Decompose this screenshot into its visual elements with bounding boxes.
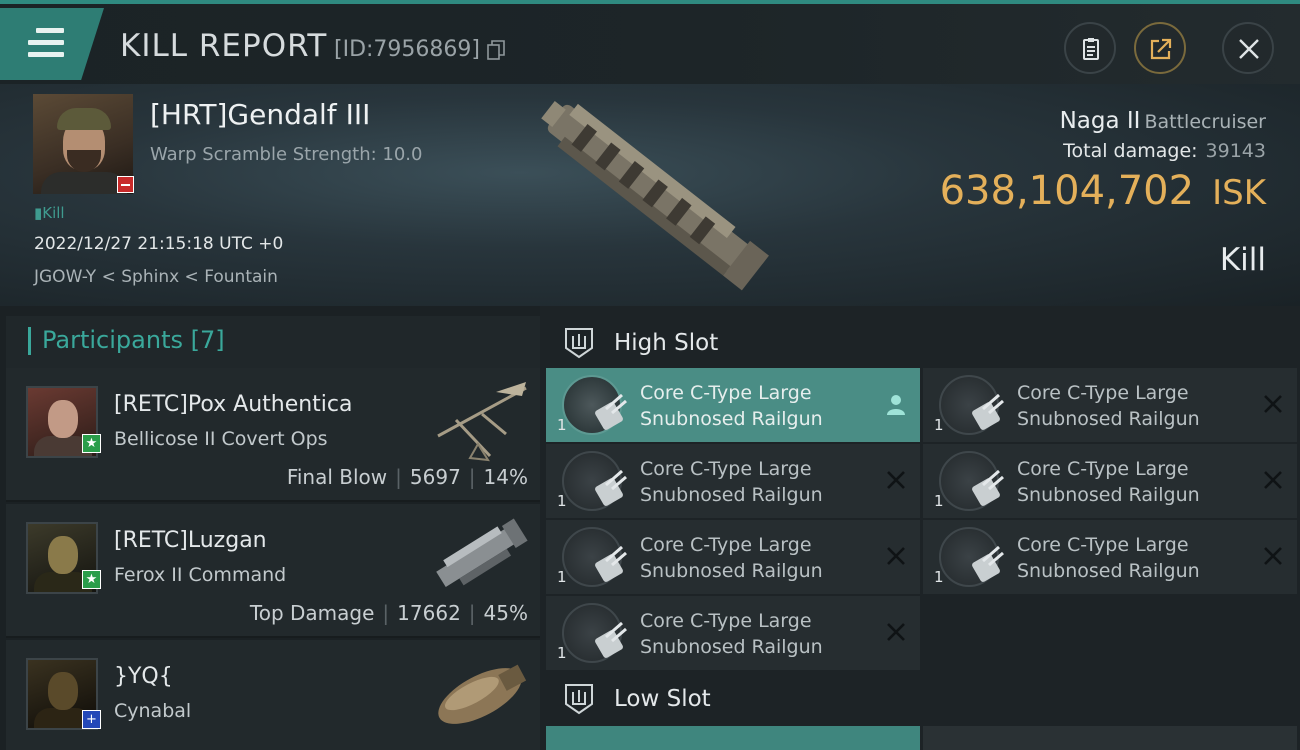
high-slot-module[interactable]: 1 Core C-Type Large Snubnosed Railgun bbox=[546, 368, 920, 442]
participant-row[interactable]: ★ [RETC]Pox Authentica Bellicose II Cove… bbox=[6, 368, 540, 502]
module-quantity: 1 bbox=[557, 416, 567, 434]
clipboard-icon bbox=[1083, 38, 1099, 60]
module-icon bbox=[562, 375, 627, 435]
page-title: KILL REPORT bbox=[120, 28, 328, 64]
participant-stats: Top Damage | 17662 | 45% bbox=[249, 601, 528, 625]
high-slot-module[interactable]: 1 Core C-Type Large Snubnosed Railgun bbox=[923, 444, 1297, 518]
kill-timestamp: 2022/12/27 21:15:18 UTC +0 bbox=[34, 234, 284, 254]
destroyed-icon bbox=[887, 623, 905, 641]
module-icon bbox=[562, 527, 627, 587]
module-quantity: 1 bbox=[934, 492, 944, 510]
low-slot-header: Low Slot bbox=[540, 668, 1300, 726]
menu-icon bbox=[28, 28, 64, 64]
kill-location[interactable]: JGOW-Y < Sphinx < Fountain bbox=[34, 267, 278, 287]
high-slot-module[interactable]: 1 Core C-Type Large Snubnosed Railgun bbox=[546, 520, 920, 594]
participant-ship-image bbox=[438, 664, 527, 724]
module-quantity: 1 bbox=[934, 568, 944, 586]
module-name: Core C-Type Large Snubnosed Railgun bbox=[640, 458, 823, 506]
module-quantity: 1 bbox=[557, 644, 567, 662]
low-slot-module[interactable] bbox=[923, 726, 1297, 750]
module-name: Core C-Type Large Snubnosed Railgun bbox=[640, 534, 823, 582]
module-name: Core C-Type Large Snubnosed Railgun bbox=[1017, 458, 1200, 506]
destroyed-icon bbox=[887, 471, 905, 489]
participant-ship: Bellicose II Covert Ops bbox=[114, 428, 328, 450]
participants-panel: Participants [7] ★ [RETC]Pox Authentica … bbox=[0, 306, 540, 750]
module-icon bbox=[562, 603, 627, 663]
participant-row[interactable]: + }YQ{ Cynabal bbox=[6, 640, 540, 750]
report-type: Kill bbox=[1219, 242, 1266, 278]
high-slot-header: High Slot bbox=[540, 312, 1300, 370]
close-button[interactable] bbox=[1222, 22, 1274, 74]
participant-row[interactable]: ★ [RETC]Luzgan Ferox II Command Top Dama… bbox=[6, 504, 540, 638]
module-quantity: 1 bbox=[557, 492, 567, 510]
victim-ship-image[interactable] bbox=[520, 92, 790, 292]
warp-scramble-strength: Warp Scramble Strength: 10.0 bbox=[150, 144, 423, 165]
pilot-icon bbox=[887, 395, 905, 415]
destroyed-icon bbox=[1264, 547, 1282, 565]
module-icon bbox=[939, 451, 1004, 511]
participant-name: }YQ{ bbox=[114, 664, 173, 689]
corp-plus-icon: + bbox=[82, 710, 101, 729]
module-name: Core C-Type Large Snubnosed Railgun bbox=[1017, 382, 1200, 430]
high-slot-module[interactable]: 1 Core C-Type Large Snubnosed Railgun bbox=[546, 444, 920, 518]
module-quantity: 1 bbox=[557, 568, 567, 586]
corp-star-icon: ★ bbox=[82, 434, 101, 453]
corp-star-icon: ★ bbox=[82, 570, 101, 589]
module-name: Core C-Type Large Snubnosed Railgun bbox=[1017, 534, 1200, 582]
kill-tag: ▮Kill bbox=[34, 204, 65, 222]
participant-ship: Ferox II Command bbox=[114, 564, 287, 586]
victim-banner: [HRT]Gendalf III Warp Scramble Strength:… bbox=[0, 84, 1300, 306]
low-slot-icon bbox=[565, 684, 593, 715]
share-icon bbox=[1150, 38, 1172, 60]
participant-ship: Cynabal bbox=[114, 700, 192, 722]
high-slot-module[interactable]: 1 Core C-Type Large Snubnosed Railgun bbox=[546, 596, 920, 670]
participants-header[interactable]: Participants [7] bbox=[6, 316, 540, 368]
module-name: Core C-Type Large Snubnosed Railgun bbox=[640, 382, 823, 430]
total-damage: Total damage: 39143 bbox=[1063, 140, 1266, 162]
participant-name: [RETC]Luzgan bbox=[114, 528, 267, 553]
participants-count: [7] bbox=[190, 326, 225, 354]
module-icon bbox=[562, 451, 627, 511]
top-bar: KILL REPORT [ID:7956869] bbox=[0, 0, 1300, 84]
participants-label: Participants bbox=[42, 326, 183, 354]
high-slot-icon bbox=[565, 328, 593, 359]
module-icon bbox=[939, 375, 1004, 435]
destroyed-icon bbox=[887, 547, 905, 565]
participant-stats: Final Blow | 5697 | 14% bbox=[286, 465, 528, 489]
copy-icon[interactable] bbox=[487, 40, 505, 60]
high-slot-label: High Slot bbox=[614, 330, 719, 356]
destroyed-icon bbox=[1264, 471, 1282, 489]
destroyed-icon bbox=[1264, 395, 1282, 413]
clipboard-button[interactable] bbox=[1064, 22, 1116, 74]
share-button[interactable] bbox=[1134, 22, 1186, 74]
report-id: [ID:7956869] bbox=[334, 37, 480, 62]
low-slot-module[interactable] bbox=[546, 726, 920, 750]
fitting-panel: High Slot 1 Core C-Type Large Snubnosed Ra… bbox=[540, 306, 1300, 750]
module-quantity: 1 bbox=[934, 416, 944, 434]
hostile-standing-icon bbox=[117, 176, 134, 193]
module-name: Core C-Type Large Snubnosed Railgun bbox=[640, 610, 823, 658]
isk-value: 638,104,702 ISK bbox=[939, 168, 1266, 214]
close-icon bbox=[1239, 39, 1259, 59]
low-slot-label: Low Slot bbox=[614, 686, 711, 712]
participant-ship-image bbox=[437, 382, 527, 462]
victim-name[interactable]: [HRT]Gendalf III bbox=[150, 98, 370, 131]
participant-ship-image bbox=[436, 518, 528, 588]
menu-button[interactable] bbox=[0, 8, 104, 80]
module-icon bbox=[939, 527, 1004, 587]
victim-ship[interactable]: Naga II Battlecruiser bbox=[1060, 108, 1266, 134]
participant-name: [RETC]Pox Authentica bbox=[114, 392, 353, 417]
high-slot-module[interactable]: 1 Core C-Type Large Snubnosed Railgun bbox=[923, 368, 1297, 442]
high-slot-module[interactable]: 1 Core C-Type Large Snubnosed Railgun bbox=[923, 520, 1297, 594]
